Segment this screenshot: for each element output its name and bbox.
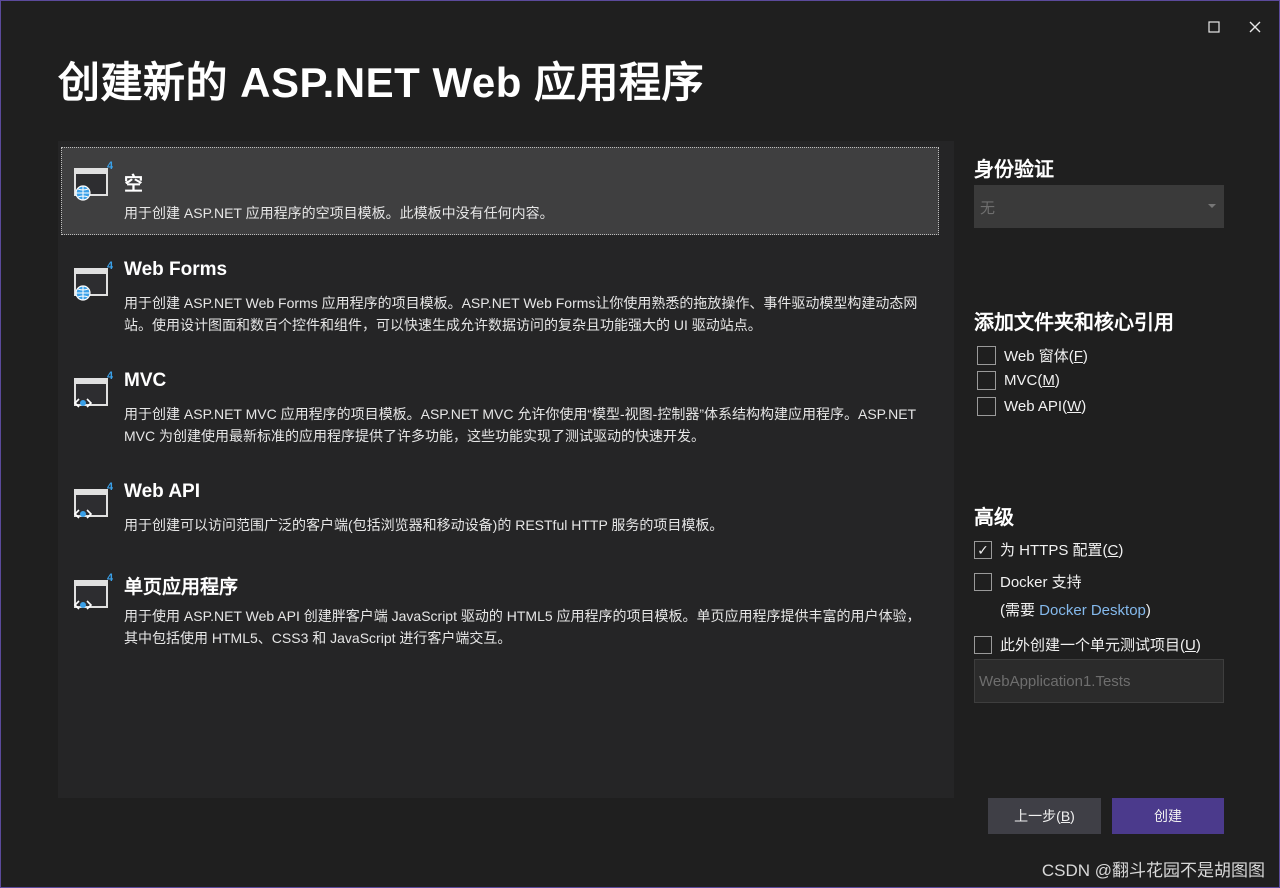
checkbox-label: Web 窗体(F) xyxy=(1004,348,1088,365)
template-description: 用于创建 ASP.NET 应用程序的空项目模板。此模板中没有任何内容。 xyxy=(124,205,554,221)
template-name: 空 xyxy=(124,174,144,195)
web-app-globe-icon: 4 xyxy=(74,260,113,301)
maximize-icon xyxy=(1208,21,1220,33)
auth-selected-value: 无 xyxy=(980,200,996,217)
page-title: 创建新的 ASP.NET Web 应用程序 xyxy=(58,59,705,106)
folders-heading: 添加文件夹和核心引用 xyxy=(974,312,1174,334)
docker-requirement-note: (需要 Docker Desktop) xyxy=(1000,602,1151,619)
web-app-code-icon: 4 xyxy=(73,572,113,610)
web-app-globe-icon: 4 xyxy=(74,160,113,201)
checkbox-unit-test[interactable]: 此外创建一个单元测试项目(U) xyxy=(974,634,1201,655)
checkbox-web-forms[interactable]: Web 窗体(F) xyxy=(977,345,1088,366)
template-description: 用于创建 ASP.NET MVC 应用程序的项目模板。ASP.NET MVC 允… xyxy=(124,406,916,444)
advanced-heading: 高级 xyxy=(974,507,1014,529)
template-item-mvc[interactable]: 4 MVC 用于创建 ASP.NET MVC 应用程序的项目模板。ASP.NET… xyxy=(61,357,939,457)
web-app-api-icon: 4 xyxy=(73,481,113,519)
dialog-window: 创建新的 ASP.NET Web 应用程序 4 空 用于创建 ASP.NET 应… xyxy=(0,0,1280,888)
close-icon xyxy=(1249,21,1261,33)
template-badge: 4 xyxy=(107,481,113,493)
checkbox-box[interactable] xyxy=(977,397,996,416)
template-item-empty[interactable]: 4 空 用于创建 ASP.NET 应用程序的空项目模板。此模板中没有任何内容。 xyxy=(61,147,939,235)
template-badge: 4 xyxy=(107,260,113,272)
template-item-spa[interactable]: 4 单页应用程序 用于使用 ASP.NET Web API 创建胖客户端 Jav… xyxy=(61,559,939,659)
watermark: CSDN @翻斗花园不是胡图图 xyxy=(1041,861,1265,880)
back-button[interactable]: 上一步(B) xyxy=(988,798,1101,834)
template-item-web-api[interactable]: 4 Web API 用于创建可以访问范围广泛的客户端(包括浏览器和移动设备)的 … xyxy=(61,468,939,548)
close-button[interactable] xyxy=(1243,15,1267,39)
template-name: 单页应用程序 xyxy=(124,577,239,598)
chevron-down-icon xyxy=(1208,204,1216,208)
checkbox-box[interactable] xyxy=(977,371,996,390)
template-name: Web API xyxy=(124,481,201,502)
checkbox-mvc[interactable]: MVC(M) xyxy=(977,371,1060,390)
checkbox-web-api[interactable]: Web API(W) xyxy=(977,397,1086,416)
template-list: 4 空 用于创建 ASP.NET 应用程序的空项目模板。此模板中没有任何内容。 … xyxy=(58,141,954,798)
check-icon: ✓ xyxy=(977,541,989,558)
maximize-button[interactable] xyxy=(1202,15,1226,39)
web-app-code-icon: 4 xyxy=(73,370,113,408)
checkbox-label: Web API(W) xyxy=(1004,398,1087,415)
checkbox-label: 为 HTTPS 配置(C) xyxy=(1000,542,1124,559)
template-badge: 4 xyxy=(107,370,113,382)
template-name: MVC xyxy=(124,370,167,391)
checkbox-label: Docker 支持 xyxy=(1000,574,1082,591)
checkbox-box[interactable] xyxy=(974,635,992,654)
template-name: Web Forms xyxy=(124,259,228,280)
template-badge: 4 xyxy=(107,572,113,584)
checkbox-label: 此外创建一个单元测试项目(U) xyxy=(1000,637,1201,654)
checkbox-box[interactable] xyxy=(977,346,996,365)
checkbox-box-checked[interactable]: ✓ xyxy=(974,540,992,559)
auth-dropdown[interactable]: 无 xyxy=(974,185,1224,228)
template-description: 用于使用 ASP.NET Web API 创建胖客户端 JavaScript 驱… xyxy=(124,608,921,646)
checkbox-docker[interactable]: Docker 支持 xyxy=(974,571,1082,592)
docker-desktop-link[interactable]: Docker Desktop xyxy=(1039,602,1146,619)
auth-heading: 身份验证 xyxy=(974,159,1054,181)
template-description: 用于创建可以访问范围广泛的客户端(包括浏览器和移动设备)的 RESTful HT… xyxy=(124,517,724,533)
test-project-name-input[interactable] xyxy=(974,659,1224,703)
checkbox-https[interactable]: ✓ 为 HTTPS 配置(C) xyxy=(974,539,1123,560)
checkbox-box[interactable] xyxy=(974,572,992,591)
template-item-web-forms[interactable]: 4 Web Forms 用于创建 ASP.NET Web Forms 应用程序的… xyxy=(61,247,939,347)
create-button[interactable]: 创建 xyxy=(1112,798,1224,834)
template-badge: 4 xyxy=(107,160,113,172)
checkbox-label: MVC(M) xyxy=(1004,372,1060,389)
template-description: 用于创建 ASP.NET Web Forms 应用程序的项目模板。ASP.NET… xyxy=(124,295,918,333)
